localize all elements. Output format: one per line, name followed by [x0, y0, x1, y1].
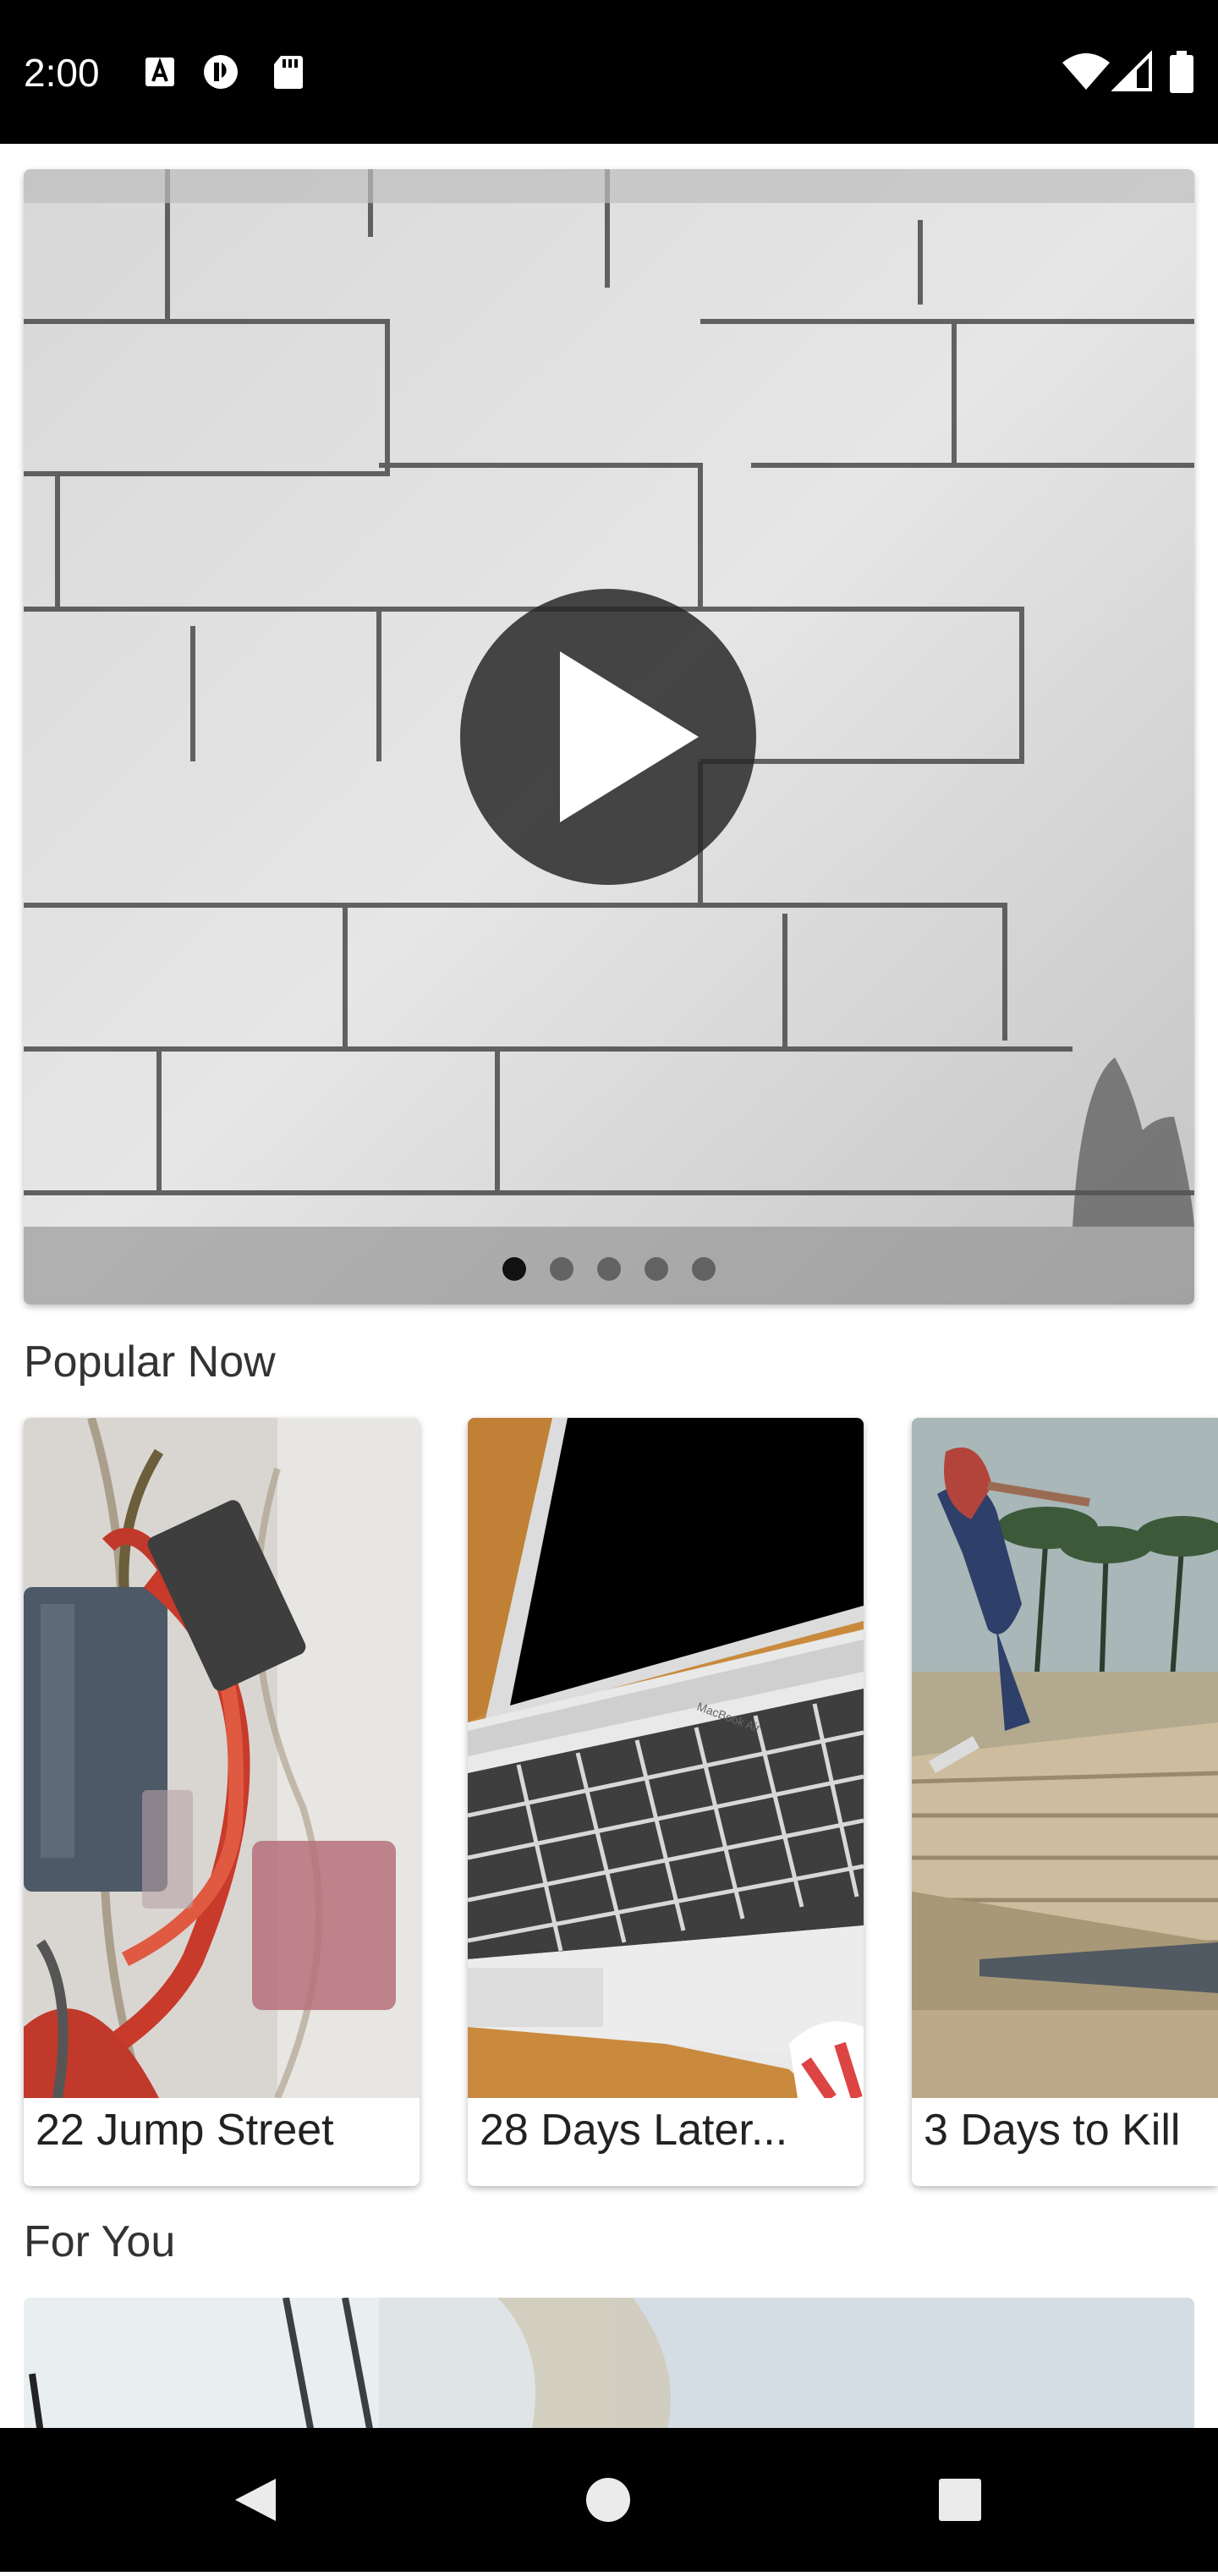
for-you-thumbnail [24, 2298, 1194, 2433]
nav-home-button[interactable] [536, 2428, 680, 2572]
status-time: 2:00 [24, 51, 100, 95]
popular-card-1[interactable]: 22 Jump Street [24, 1418, 420, 2186]
play-button[interactable] [460, 589, 756, 885]
text-a-icon [145, 58, 174, 86]
card-thumbnail-skateboarder [912, 1418, 1218, 2098]
navigation-bar [0, 2428, 1218, 2572]
nav-recents-button[interactable] [888, 2428, 1032, 2572]
recents-icon [939, 2479, 981, 2521]
carousel-indicators [24, 1257, 1194, 1283]
for-you-card-1[interactable] [24, 2298, 1194, 2433]
card-title: 28 Days Later... [480, 2106, 788, 2155]
featured-carousel[interactable] [24, 169, 1194, 1304]
card-thumbnail-padlocks [24, 1418, 420, 2098]
sd-card-icon [274, 56, 303, 89]
carousel-dot-3[interactable] [597, 1257, 621, 1281]
popular-card-2[interactable]: MacBook Air 28 Days Later... [468, 1418, 864, 2186]
carousel-dot-5[interactable] [692, 1257, 716, 1281]
wifi-icon [1062, 53, 1110, 90]
carousel-dot-1[interactable] [502, 1257, 526, 1281]
nav-back-button[interactable] [183, 2428, 326, 2572]
for-you-title: For You [24, 2217, 176, 2266]
popular-now-title: Popular Now [24, 1337, 276, 1387]
signal-icon [1111, 51, 1152, 91]
carousel-dot-4[interactable] [645, 1257, 668, 1281]
card-title: 3 Days to Kill [924, 2106, 1181, 2155]
back-icon [235, 2479, 276, 2521]
spiral-icon [204, 55, 238, 89]
battery-icon [1170, 51, 1193, 93]
card-title: 22 Jump Street [36, 2106, 334, 2155]
play-icon [560, 651, 699, 822]
carousel-dot-2[interactable] [550, 1257, 573, 1281]
home-icon [586, 2478, 630, 2522]
popular-card-3[interactable]: 3 Days to Kill [912, 1418, 1218, 2186]
card-thumbnail-laptop: MacBook Air [468, 1418, 864, 2098]
status-bar: 2:00 [0, 0, 1218, 144]
